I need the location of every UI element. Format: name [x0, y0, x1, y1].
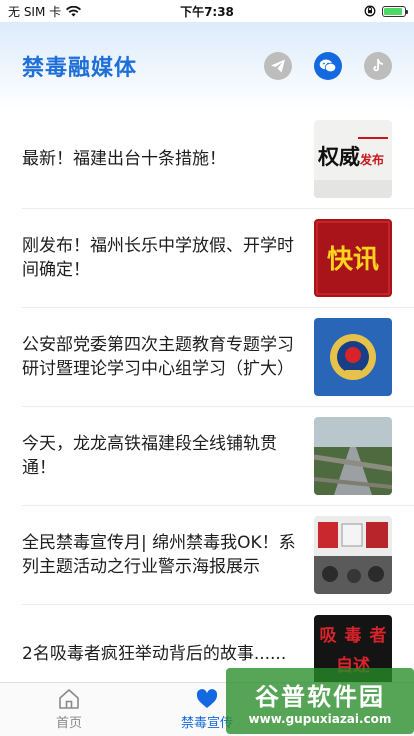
news-title: 2名吸毒者疯狂举动背后的故事...... [22, 644, 287, 664]
orientation-lock-icon [364, 5, 376, 17]
news-title: 最新！福建出台十条措施！ [22, 149, 226, 169]
railway-thumbnail [314, 417, 392, 495]
svg-text:快讯: 快讯 [327, 245, 379, 275]
battery-icon [382, 5, 408, 17]
tab-home-label: 首页 [55, 716, 82, 731]
news-title: 公安部党委第四次主题教育专题学习研讨暨理论学习中心组学习（扩大） [22, 335, 294, 379]
home-icon [59, 689, 79, 709]
news-item[interactable]: 今天，龙龙高铁福建段全线铺轨贯通！ [22, 407, 414, 506]
status-bar: 无 SIM 卡 下午7:38 [0, 0, 414, 22]
svg-text:毒: 毒 [345, 626, 362, 646]
svg-text:者: 者 [369, 625, 387, 646]
telegram-icon[interactable] [264, 52, 292, 80]
status-left: 无 SIM 卡 [8, 3, 158, 20]
watermark: 谷普软件园 www.gupuxiazai.com [226, 668, 414, 734]
header-icons [264, 52, 392, 80]
news-thumbnail: 权威 发布 [314, 120, 392, 198]
news-title: 刚发布！福州长乐中学放假、开学时间确定！ [22, 236, 294, 280]
carrier-label: 无 SIM 卡 [8, 4, 62, 19]
status-right [256, 5, 408, 17]
status-time: 下午7:38 [180, 4, 234, 19]
poster-thumbnail [314, 516, 392, 594]
heart-icon [196, 689, 218, 708]
news-item[interactable]: 全民禁毒宣传月| 绵州禁毒我OK！系列主题活动之行业警示海报展示 [22, 506, 414, 605]
wifi-icon [66, 5, 82, 16]
tiktok-icon[interactable] [364, 52, 392, 80]
police-emblem-thumbnail [314, 318, 392, 396]
news-title: 全民禁毒宣传月| 绵州禁毒我OK！系列主题活动之行业警示海报展示 [22, 533, 296, 577]
watermark-url: www.gupuxiazai.com [248, 711, 392, 726]
svg-text:发布: 发布 [359, 152, 384, 167]
svg-text:吸: 吸 [320, 626, 338, 646]
news-item[interactable]: 公安部党委第四次主题教育专题学习研讨暨理论学习中心组学习（扩大） [22, 308, 414, 407]
news-thumbnail: 快讯 [314, 219, 392, 297]
wechat-icon[interactable] [314, 52, 342, 80]
watermark-title: 谷普软件园 [255, 682, 385, 711]
news-item[interactable]: 最新！福建出台十条措施！ 权威 发布 [22, 110, 414, 209]
battery-fill [384, 7, 402, 15]
tab-home[interactable]: 首页 [0, 683, 138, 736]
app-title: 禁毒融媒体 [22, 56, 138, 81]
app-header: 禁毒融媒体 [0, 22, 414, 110]
news-list: 最新！福建出台十条措施！ 权威 发布 刚发布！福州长乐中学放假、开学时间确定！ … [0, 110, 414, 682]
news-item[interactable]: 刚发布！福州长乐中学放假、开学时间确定！ 快讯 [22, 209, 414, 308]
svg-text:权威: 权威 [317, 144, 360, 169]
news-title: 今天，龙龙高铁福建段全线铺轨贯通！ [22, 434, 277, 478]
